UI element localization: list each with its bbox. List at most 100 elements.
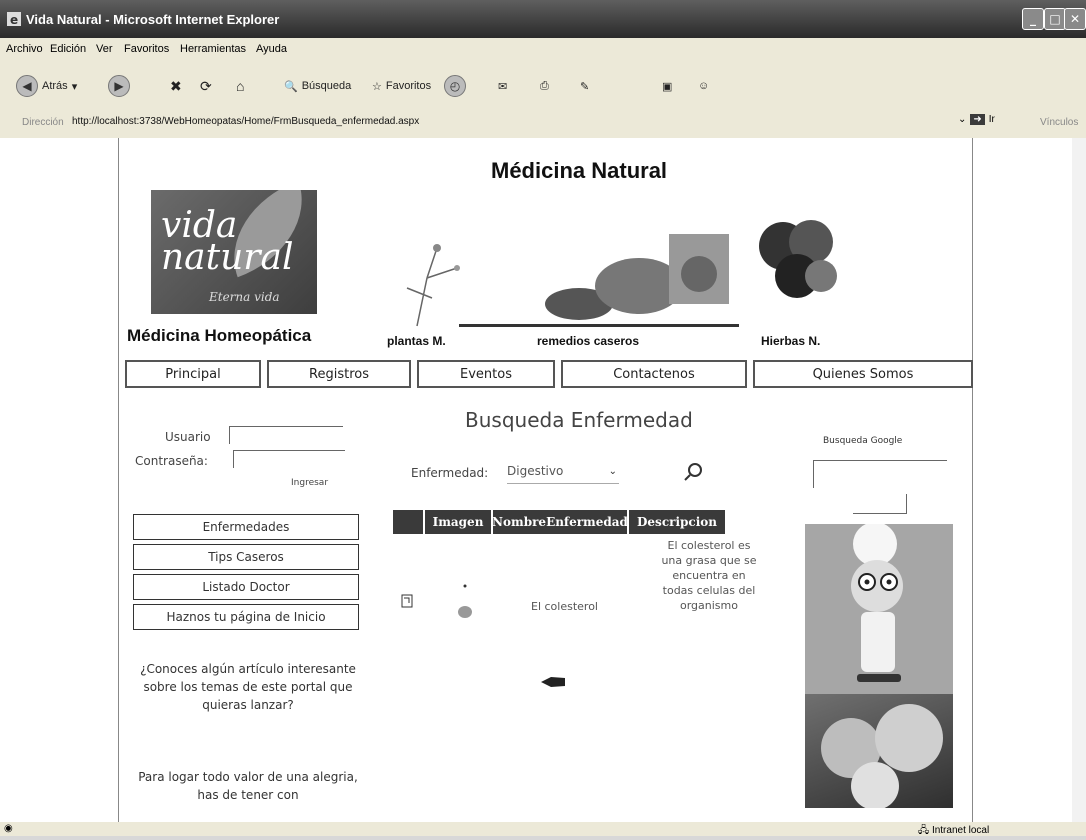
search-icon: 🔍 [284,80,298,93]
discuss-button[interactable]: ▣ [662,74,672,98]
forward-arrow-icon: ▶ [108,75,130,97]
header-descripcion: Descripcion [629,510,725,534]
links-button[interactable]: Vínculos [1040,117,1078,128]
hero-label-hierbas[interactable]: Hierbas N. [761,334,820,348]
nav-contactenos[interactable]: Contactenos [561,360,747,388]
side-tips-caseros[interactable]: Tips Caseros [133,544,359,570]
history-button[interactable]: ◴ [444,74,466,98]
messenger-button[interactable]: ☺ [698,74,709,98]
google-search-label: Busqueda Google [823,436,903,446]
nav-principal[interactable]: Principal [125,360,261,388]
refresh-icon: ⟳ [200,77,212,94]
google-search-input[interactable] [813,460,947,488]
pointing-hand-icon[interactable] [539,674,567,690]
username-label: Usuario [165,430,211,444]
back-button[interactable]: ◀ Atrás ▾ [16,74,77,98]
home-icon: ⌂ [236,78,245,94]
mail-button[interactable]: ✉ [498,74,507,98]
nav-registros[interactable]: Registros [267,360,411,388]
edit-button[interactable]: ✎ [580,74,589,98]
print-icon: ⎙ [540,79,549,92]
history-icon: ◴ [444,75,466,97]
menu-bar: Archivo Edición Ver Favoritos Herramient… [0,38,1086,60]
home-button[interactable]: ⌂ [236,74,244,98]
herbs-image [759,220,837,298]
select-row-icon[interactable] [401,594,413,608]
side-pagina-inicio[interactable]: Haznos tu página de Inicio [133,604,359,630]
favorites-button[interactable]: ☆ Favoritos [372,74,431,98]
mail-icon: ✉ [498,80,508,93]
minimize-button[interactable]: _ [1022,8,1044,30]
chevron-down-icon: ⌄ [608,466,617,477]
discuss-icon: ▣ [662,80,673,93]
row-disease-description: El colesterol es una grasa que se encuen… [661,539,757,612]
messenger-icon: ☺ [698,80,710,92]
go-button[interactable]: ⌄ ➜ Ir [958,114,995,125]
menu-ayuda[interactable]: Ayuda [256,43,287,55]
address-label: Dirección [22,117,64,128]
zone-indicator: 🖧 Intranet local [918,825,990,836]
dropdown-icon: ▾ [71,80,78,93]
nav-quienes-somos[interactable]: Quienes Somos [753,360,973,388]
svg-text:e: e [10,13,18,27]
side-listado-doctor[interactable]: Listado Doctor [133,574,359,600]
back-arrow-icon: ◀ [16,75,38,97]
page-status-icon: ◉ [4,823,13,834]
main-nav: Principal Registros Eventos Contactenos … [125,360,973,388]
refresh-button[interactable]: ⟳ [200,74,212,98]
star-icon: ☆ [372,80,382,93]
photo-graphic [821,704,943,808]
title-bar: e Vida Natural - Microsoft Internet Expl… [0,0,1086,38]
stop-icon: ✖ [170,77,182,94]
close-button[interactable]: ✕ [1064,8,1086,30]
menu-archivo[interactable]: Archivo [6,43,43,55]
vertical-scrollbar[interactable] [1072,138,1086,822]
header-select-col [393,510,423,534]
forward-button[interactable]: ▶ [108,74,130,98]
disease-filter: Enfermedad: Digestivo ⌄ [411,463,702,484]
login-submit-link[interactable]: Ingresar [291,478,328,488]
site-container: Médicina Natural vida natural Eterna vida… [118,138,973,822]
menu-ver[interactable]: Ver [96,43,113,55]
site-title: Médicina Natural [491,158,668,183]
address-input[interactable]: http://localhost:3738/WebHomeopatas/Home… [72,116,419,127]
menu-herramientas[interactable]: Herramientas [180,43,246,55]
edit-icon: ✎ [580,80,590,93]
home-remedies-image [459,234,739,327]
side-enfermedades[interactable]: Enfermedades [133,514,359,540]
chevron-down-icon: ⌄ [958,114,967,125]
cartoon-doctor-image [805,524,953,694]
results-table-header: Imagen NombreEnfermedad Descripcion [393,510,725,534]
window-title: Vida Natural - Microsoft Internet Explor… [26,12,280,27]
search-icon[interactable] [683,462,703,482]
maximize-button[interactable]: □ [1044,8,1066,30]
nav-eventos[interactable]: Eventos [417,360,555,388]
hero-label-plantas[interactable]: plantas M. [387,334,446,348]
logo-tagline: Eterna vida [209,290,280,304]
stop-button[interactable]: ✖ [170,74,182,98]
disease-label: Enfermedad: [411,466,489,480]
disease-select[interactable]: Digestivo ⌄ [507,464,619,484]
go-icon: ➜ [970,114,985,125]
site-subtitle: Médicina Homeopática [127,326,312,345]
header-nombre-enfermedad: NombreEnfermedad [492,510,628,534]
page-title: Busqueda Enfermedad [465,408,693,432]
disease-thumbnail [458,584,472,618]
status-bar: ◉ 🖧 Intranet local [0,822,1086,836]
hero-label-remedios[interactable]: remedios caseros [537,334,639,348]
page-viewport: Médicina Natural vida natural Eterna vida… [0,138,1072,822]
password-label: Contraseña: [135,454,208,468]
search-button[interactable]: 🔍 Búsqueda [284,74,351,98]
google-search-button[interactable] [853,494,907,514]
row-disease-name: El colesterol [531,600,598,613]
menu-edicion[interactable]: Edición [50,43,86,55]
menu-favoritos[interactable]: Favoritos [124,43,169,55]
password-input[interactable] [233,450,345,468]
family-photo [805,694,953,808]
side-quote-text: Para logar todo valor de una alegria, ha… [138,770,358,802]
ie-icon: e [7,12,21,27]
browser-window: e Vida Natural - Microsoft Internet Expl… [0,0,1086,836]
print-button[interactable]: ⎙ [540,74,549,98]
username-input[interactable] [229,426,343,444]
header-imagen: Imagen [425,510,491,534]
